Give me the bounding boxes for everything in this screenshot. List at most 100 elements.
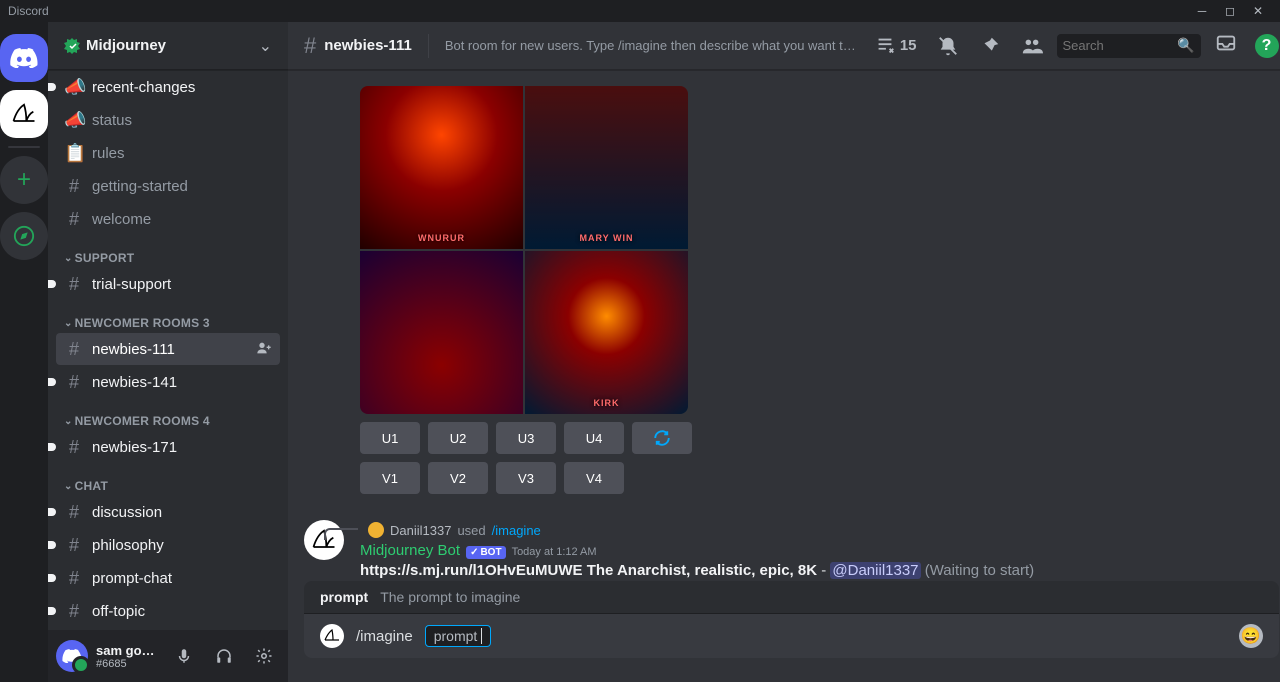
inbox-button[interactable] — [1209, 32, 1243, 59]
mic-icon — [175, 647, 193, 665]
hash-limited-icon: # — [64, 437, 84, 458]
category-newcomer-4[interactable]: ⌄Newcomer Rooms 4 — [56, 414, 280, 430]
chat-main: # newbies-111 Bot room for new users. Ty… — [288, 22, 1280, 682]
add-server-button[interactable]: + — [0, 156, 48, 204]
rules-icon: 📋 — [64, 143, 84, 164]
help-button[interactable]: ? — [1255, 34, 1279, 58]
image-tile-4: KIRK — [525, 251, 688, 414]
hint-description: The prompt to imagine — [380, 589, 520, 605]
maximize-button[interactable]: ◻ — [1216, 0, 1244, 22]
divider — [428, 34, 429, 58]
hash-icon: # — [64, 502, 84, 523]
channel-philosophy[interactable]: # philosophy — [56, 529, 280, 561]
mention[interactable]: @Daniil1337 — [830, 562, 920, 579]
message-content: https://s.mj.run/l1OHvEuMUWE The Anarchi… — [360, 561, 1279, 581]
pin-icon — [979, 35, 1001, 57]
emoji-button[interactable]: 😄 — [1239, 624, 1263, 648]
u2-button[interactable]: U2 — [428, 422, 488, 454]
search-icon: 🔍 — [1177, 37, 1194, 54]
reroll-button[interactable] — [632, 422, 692, 454]
deafen-button[interactable] — [208, 640, 240, 672]
user-avatar[interactable] — [56, 640, 88, 672]
upscale-row: U1 U2 U3 U4 — [360, 422, 1279, 454]
server-name: Midjourney — [86, 37, 166, 54]
channel-discussion[interactable]: # discussion — [56, 496, 280, 528]
category-chat[interactable]: ⌄Chat — [56, 479, 280, 495]
message-input[interactable]: /imagine prompt 😄 — [304, 614, 1279, 658]
category-newcomer-3[interactable]: ⌄Newcomer Rooms 3 — [56, 316, 280, 332]
notifications-button[interactable] — [931, 35, 965, 57]
u1-button[interactable]: U1 — [360, 422, 420, 454]
channel-prompt-chat[interactable]: # prompt-chat — [56, 562, 280, 594]
pinned-button[interactable] — [973, 35, 1007, 57]
user-name: sam good... — [96, 643, 160, 658]
v4-button[interactable]: V4 — [564, 462, 624, 494]
hint-label: prompt — [320, 589, 368, 605]
v3-button[interactable]: V3 — [496, 462, 556, 494]
image-tile-2: MARY WIN — [525, 86, 688, 249]
hash-limited-icon: # — [64, 372, 84, 393]
channel-off-topic[interactable]: # off-topic — [56, 595, 280, 627]
channel-getting-started[interactable]: # getting-started — [56, 170, 280, 202]
reply-reference[interactable]: Daniil1337 used /imagine — [324, 520, 1279, 540]
hash-icon: # — [64, 209, 84, 230]
channel-status[interactable]: 📣 status — [56, 104, 280, 136]
channel-newbies-141[interactable]: # newbies-141 — [56, 366, 280, 398]
compass-icon — [13, 225, 35, 247]
channel-topic[interactable]: Bot room for new users. Type /imagine th… — [445, 38, 860, 53]
create-invite-icon[interactable] — [256, 340, 272, 359]
u3-button[interactable]: U3 — [496, 422, 556, 454]
text-cursor — [481, 628, 482, 644]
hash-icon: # — [64, 568, 84, 589]
variation-row: V1 V2 V3 V4 — [360, 462, 1279, 494]
gear-icon — [255, 647, 273, 665]
category-support[interactable]: ⌄Support — [56, 251, 280, 267]
v1-button[interactable]: V1 — [360, 462, 420, 494]
hash-icon: # — [64, 535, 84, 556]
server-header[interactable]: Midjourney ⌄ — [48, 22, 288, 70]
mute-button[interactable] — [168, 640, 200, 672]
server-rail: + — [0, 22, 48, 682]
channel-trial-support[interactable]: # trial-support — [56, 268, 280, 300]
discord-icon — [62, 649, 82, 663]
inbox-icon — [1215, 32, 1237, 54]
user-tag: #6685 — [96, 658, 160, 670]
settings-button[interactable] — [248, 640, 280, 672]
channel-rules[interactable]: 📋 rules — [56, 137, 280, 169]
timestamp: Today at 1:12 AM — [512, 546, 597, 558]
channel-newbies-111[interactable]: # newbies-111 — [56, 333, 280, 365]
announcement-icon: 📣 — [64, 77, 84, 98]
command-bot-avatar — [320, 624, 344, 648]
message-header: Midjourney Bot ✓ BOT Today at 1:12 AM — [360, 542, 1279, 559]
dm-button[interactable] — [0, 34, 48, 82]
channel-newbies-171[interactable]: # newbies-171 — [56, 431, 280, 463]
bot-badge: ✓ BOT — [466, 546, 506, 559]
threads-button[interactable]: 15 — [868, 35, 923, 57]
v2-button[interactable]: V2 — [428, 462, 488, 494]
slash-command: /imagine — [356, 628, 413, 645]
search-input[interactable] — [1063, 38, 1178, 53]
minimize-button[interactable]: ─ — [1188, 0, 1216, 22]
chevron-down-icon: ⌄ — [259, 36, 272, 56]
search-box[interactable]: 🔍 — [1057, 34, 1201, 58]
channel-recent-changes[interactable]: 📣 recent-changes — [56, 71, 280, 103]
members-button[interactable] — [1015, 35, 1049, 57]
close-button[interactable]: ✕ — [1244, 0, 1272, 22]
members-icon — [1021, 35, 1043, 57]
app-name: Discord — [8, 4, 49, 18]
channel-welcome[interactable]: # welcome — [56, 203, 280, 235]
server-midjourney[interactable] — [0, 90, 48, 138]
hash-limited-icon: # — [304, 33, 316, 59]
discord-icon — [10, 48, 38, 68]
chat-header: # newbies-111 Bot room for new users. Ty… — [288, 22, 1280, 70]
input-area: prompt The prompt to imagine /imagine pr… — [288, 581, 1280, 682]
prompt-parameter[interactable]: prompt — [425, 625, 492, 647]
author-name[interactable]: Midjourney Bot — [360, 542, 460, 559]
u4-button[interactable]: U4 — [564, 422, 624, 454]
command-hint: prompt The prompt to imagine — [304, 581, 1279, 614]
explore-button[interactable] — [0, 212, 48, 260]
generated-image-grid[interactable]: WNURUR MARY WIN KIRK — [360, 86, 688, 414]
reroll-icon — [653, 429, 671, 447]
message-link[interactable]: https://s.mj.run/l1OHvEuMUWE — [360, 562, 583, 579]
announcement-icon: 📣 — [64, 110, 84, 131]
